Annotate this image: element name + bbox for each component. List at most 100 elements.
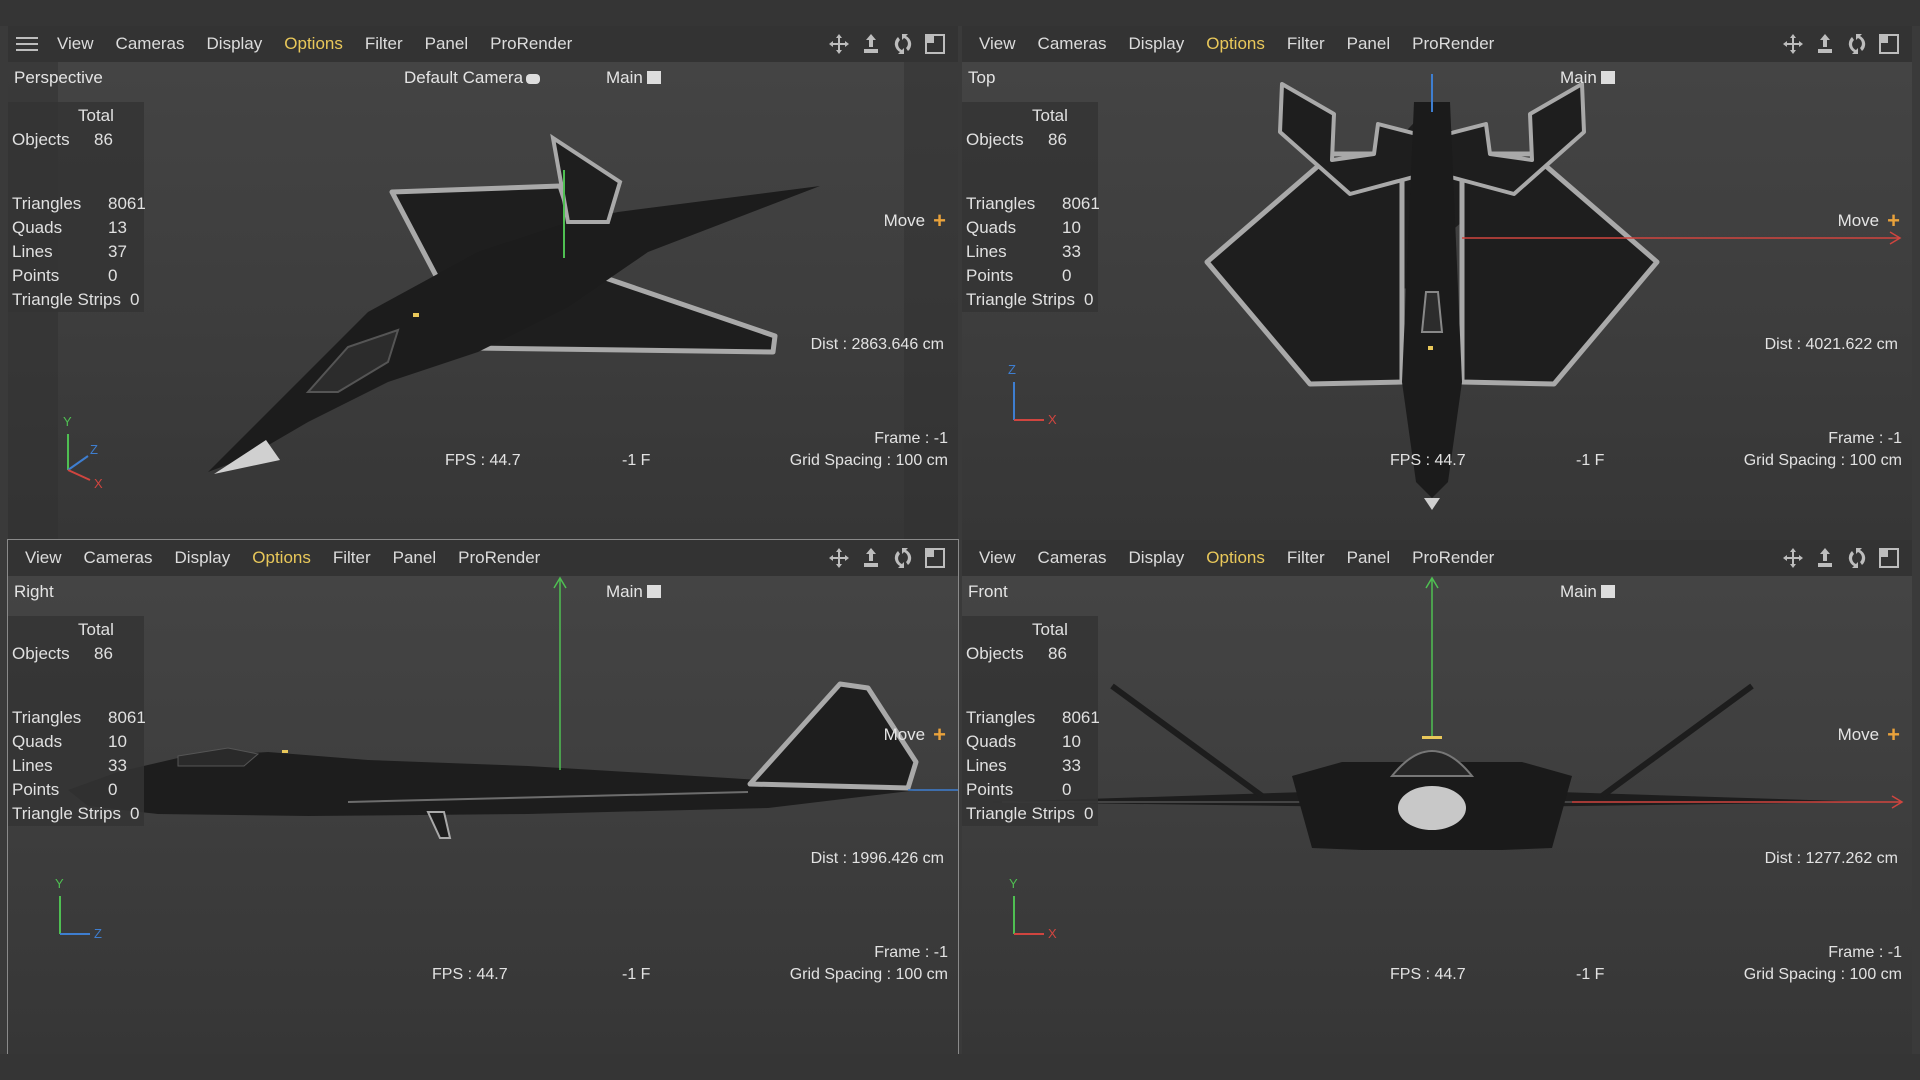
stats-lines-value: 33 bbox=[1062, 242, 1081, 261]
stats-lines-value: 33 bbox=[108, 756, 127, 775]
rotate-view-icon[interactable] bbox=[892, 33, 914, 55]
stats-strips-label: Triangle Strips bbox=[12, 804, 121, 823]
viewport-name[interactable]: Front bbox=[968, 582, 1008, 602]
clapperboard-icon bbox=[1600, 585, 1615, 598]
toggle-layout-icon[interactable] bbox=[924, 547, 946, 569]
axis-label-x: X bbox=[94, 476, 103, 491]
menu-options[interactable]: Options bbox=[1195, 34, 1276, 54]
stats-total-label: Total bbox=[1032, 620, 1068, 639]
menu-panel[interactable]: Panel bbox=[1336, 548, 1401, 568]
viewport-canvas[interactable]: Y Z Right Main Total Objects 86 Triangles… bbox=[8, 576, 958, 1054]
toggle-layout-icon[interactable] bbox=[924, 33, 946, 55]
menu-filter[interactable]: Filter bbox=[354, 34, 414, 54]
menu-view[interactable]: View bbox=[968, 548, 1027, 568]
move-tool-indicator[interactable]: Move + bbox=[884, 208, 946, 234]
viewport-front[interactable]: View Cameras Display Options Filter Pane… bbox=[962, 540, 1912, 1054]
menu-options[interactable]: Options bbox=[273, 34, 354, 54]
viewport-perspective[interactable]: View Cameras Display Options Filter Pane… bbox=[8, 26, 958, 540]
viewport-canvas[interactable]: Z X Top Main Total Objects 86 Triangles 80… bbox=[962, 62, 1912, 540]
rotate-view-icon[interactable] bbox=[892, 547, 914, 569]
stats-lines-label: Lines bbox=[966, 756, 1007, 775]
stats-strips-value: 0 bbox=[1084, 290, 1094, 309]
viewport-name[interactable]: Right bbox=[14, 582, 54, 602]
menu-display[interactable]: Display bbox=[164, 548, 242, 568]
menu-display[interactable]: Display bbox=[196, 34, 274, 54]
move-plus-icon: + bbox=[933, 208, 946, 233]
camera-label[interactable]: Default Camera bbox=[404, 68, 541, 88]
menu-display[interactable]: Display bbox=[1118, 34, 1196, 54]
stats-triangles-label: Triangles bbox=[12, 708, 82, 727]
menu-prorender[interactable]: ProRender bbox=[447, 548, 551, 568]
camera-name: Default Camera bbox=[404, 68, 524, 87]
move-tool-label: Move bbox=[883, 211, 926, 230]
move-tool-indicator[interactable]: Move + bbox=[884, 722, 946, 748]
menu-panel[interactable]: Panel bbox=[414, 34, 479, 54]
pan-view-icon[interactable] bbox=[860, 33, 882, 55]
toggle-layout-icon[interactable] bbox=[1878, 547, 1900, 569]
pan-view-icon[interactable] bbox=[860, 547, 882, 569]
viewport-right[interactable]: View Cameras Display Options Filter Pane… bbox=[7, 539, 959, 1055]
move-plus-icon: + bbox=[1887, 722, 1900, 747]
stats-strips-value: 0 bbox=[1084, 804, 1094, 823]
move-tool-indicator[interactable]: Move + bbox=[1838, 722, 1900, 748]
menu-cameras[interactable]: Cameras bbox=[1027, 34, 1118, 54]
stats-panel: Total Objects 86 Triangles 8061 Quads 10 Li… bbox=[962, 616, 1100, 826]
move-view-icon[interactable] bbox=[1782, 547, 1804, 569]
axis-label-z: Z bbox=[1008, 362, 1016, 377]
stats-lines-label: Lines bbox=[966, 242, 1007, 261]
move-tool-indicator[interactable]: Move + bbox=[1838, 208, 1900, 234]
camera-icon bbox=[526, 73, 541, 84]
menu-options[interactable]: Options bbox=[1195, 548, 1276, 568]
stats-triangles-value: 8061 bbox=[1062, 194, 1100, 213]
move-tool-label: Move bbox=[1837, 725, 1880, 744]
render-target-label[interactable]: Main bbox=[606, 582, 661, 602]
render-target-label[interactable]: Main bbox=[1560, 582, 1615, 602]
stats-lines-value: 33 bbox=[1062, 756, 1081, 775]
stats-triangles-value: 8061 bbox=[1062, 708, 1100, 727]
menu-view[interactable]: View bbox=[46, 34, 105, 54]
axis-label-x: X bbox=[1048, 926, 1057, 941]
window-bottom-strip bbox=[0, 1054, 1920, 1080]
menu-display[interactable]: Display bbox=[1118, 548, 1196, 568]
menu-filter[interactable]: Filter bbox=[1276, 548, 1336, 568]
stats-total-label: Total bbox=[78, 620, 114, 639]
menu-prorender[interactable]: ProRender bbox=[479, 34, 583, 54]
stats-header: Total bbox=[962, 618, 1098, 642]
viewport-name[interactable]: Perspective bbox=[14, 68, 103, 88]
menu-prorender[interactable]: ProRender bbox=[1401, 34, 1505, 54]
pan-view-icon[interactable] bbox=[1814, 547, 1836, 569]
rotate-view-icon[interactable] bbox=[1846, 33, 1868, 55]
pan-view-icon[interactable] bbox=[1814, 33, 1836, 55]
move-view-icon[interactable] bbox=[1782, 33, 1804, 55]
render-target-label[interactable]: Main bbox=[1560, 68, 1615, 88]
stats-objects-label: Objects bbox=[12, 130, 70, 149]
menu-cameras[interactable]: Cameras bbox=[105, 34, 196, 54]
menu-cameras[interactable]: Cameras bbox=[73, 548, 164, 568]
menu-panel[interactable]: Panel bbox=[382, 548, 447, 568]
hamburger-menu-icon[interactable] bbox=[16, 37, 38, 51]
viewport-name[interactable]: Top bbox=[968, 68, 995, 88]
move-view-icon[interactable] bbox=[828, 547, 850, 569]
render-target-label[interactable]: Main bbox=[606, 68, 661, 88]
fps-readout: FPS : 44.7 bbox=[1390, 452, 1466, 469]
menu-prorender[interactable]: ProRender bbox=[1401, 548, 1505, 568]
menu-cameras[interactable]: Cameras bbox=[1027, 548, 1118, 568]
rotate-view-icon[interactable] bbox=[1846, 547, 1868, 569]
stats-quads-value: 10 bbox=[1062, 732, 1081, 751]
stats-triangles-label: Triangles bbox=[966, 194, 1036, 213]
menu-view[interactable]: View bbox=[968, 34, 1027, 54]
viewport-canvas[interactable]: Y Z X Perspective Default Camera Main To… bbox=[8, 62, 958, 540]
move-view-icon[interactable] bbox=[828, 33, 850, 55]
frame-readout: Frame : -1 bbox=[1828, 944, 1902, 961]
menu-filter[interactable]: Filter bbox=[1276, 34, 1336, 54]
menu-options[interactable]: Options bbox=[241, 548, 322, 568]
grid-spacing-readout: Grid Spacing : 100 cm bbox=[1743, 452, 1902, 469]
toggle-layout-icon[interactable] bbox=[1878, 33, 1900, 55]
render-target-name: Main bbox=[1560, 68, 1597, 87]
menu-view[interactable]: View bbox=[14, 548, 73, 568]
viewport-top[interactable]: View Cameras Display Options Filter Pane… bbox=[962, 26, 1912, 540]
menu-panel[interactable]: Panel bbox=[1336, 34, 1401, 54]
viewport-canvas[interactable]: Y X Front Main Total Objects 86 Triangles… bbox=[962, 576, 1912, 1054]
viewport-menubar: View Cameras Display Options Filter Pane… bbox=[8, 26, 958, 62]
menu-filter[interactable]: Filter bbox=[322, 548, 382, 568]
